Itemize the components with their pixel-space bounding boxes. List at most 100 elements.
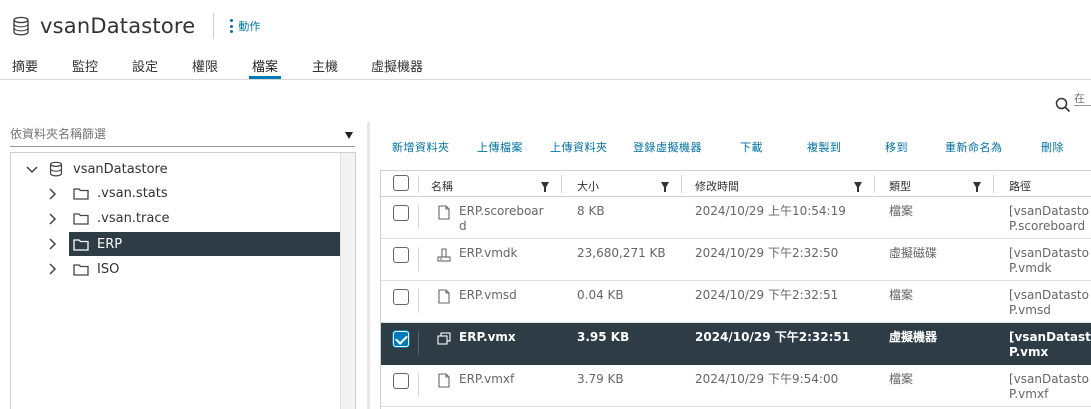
copy-to-button[interactable]: 複製到 [807,139,842,155]
upload-folder-button[interactable]: 上傳資料夾 [550,139,608,155]
file-icon [438,205,450,220]
filter-icon[interactable] [854,182,862,192]
column-header-size[interactable]: 大小 [577,178,599,194]
tree-item-iso[interactable]: ISO [69,257,339,281]
filter-icon[interactable] [541,182,549,192]
file-type: 檔案 [889,204,914,218]
column-divider [418,331,419,355]
tree-item-label: ISO [97,261,120,277]
chevron-right-icon[interactable] [46,262,60,276]
title-divider [213,13,215,39]
file-size: 3.79 KB [577,372,624,386]
database-icon [49,161,63,177]
filter-icon[interactable] [973,182,981,192]
tree-item-label: vsanDatastore [73,161,168,177]
upload-file-button[interactable]: 上傳檔案 [477,139,523,155]
file-name: ERP.vmdk [459,246,518,260]
page-title: vsanDatastore [40,14,196,38]
tab-bar: 摘要 監控 設定 權限 檔案 主機 虛擬機器 [0,52,1091,80]
file-name: ERP.vmx [459,330,516,344]
column-divider [874,175,875,193]
files-table: 名稱 大小 修改時間 類型 路徑 ERP.scoreboar d 8 KB 20… [380,170,1091,409]
tab-hosts[interactable]: 主機 [312,56,338,79]
chevron-right-icon[interactable] [46,187,60,201]
column-divider [561,175,562,193]
tree-item-vsan-stats[interactable]: .vsan.stats [69,181,339,205]
row-checkbox[interactable] [393,289,409,305]
folder-tree: vsanDatastore .vsan.stats .vsan.trace ER… [10,152,356,409]
column-header-type[interactable]: 類型 [889,178,911,194]
file-icon [438,289,450,304]
tab-vms[interactable]: 虛擬機器 [371,56,423,79]
row-checkbox[interactable] [393,247,409,263]
table-header: 名稱 大小 修改時間 類型 路徑 [381,171,1091,197]
tab-monitor[interactable]: 監控 [72,56,98,79]
delete-button[interactable]: 刪除 [1041,139,1064,155]
register-vm-button[interactable]: 登錄虛擬機器 [633,139,702,155]
row-checkbox[interactable] [393,205,409,221]
file-type: 檔案 [889,288,914,302]
virtual-disk-icon [437,248,451,262]
column-divider [418,373,419,397]
tab-summary[interactable]: 摘要 [12,56,38,79]
column-divider [993,175,994,193]
file-modified: 2024/10/29 下午2:32:50 [695,246,839,260]
vm-icon [437,332,451,345]
kebab-icon [230,19,234,33]
file-path: [vsanDatasto P.vmx [1009,330,1091,359]
file-name: ERP.vmsd [459,288,517,302]
table-row[interactable]: ERP.scoreboar d 8 KB 2024/10/29 上午10:54:… [381,197,1091,239]
tab-configure[interactable]: 設定 [132,56,158,79]
download-button[interactable]: 下載 [740,139,763,155]
file-path: [vsanDatasto P.vmdk [1009,246,1089,275]
pane-splitter[interactable] [367,122,370,409]
tab-permissions[interactable]: 權限 [192,56,218,79]
new-folder-button[interactable]: 新增資料夾 [392,139,450,155]
column-header-path[interactable]: 路徑 [1009,178,1031,194]
file-name: ERP.vmxf [459,372,515,386]
column-divider [418,247,419,271]
tab-files[interactable]: 檔案 [249,56,282,79]
search-icon[interactable] [1055,97,1071,113]
tree-scrollbar[interactable] [340,153,355,409]
move-to-button[interactable]: 移到 [885,139,908,155]
tree-item-erp[interactable]: ERP [69,232,340,256]
tree-item-vsan-trace[interactable]: .vsan.trace [69,206,339,230]
file-modified: 2024/10/29 下午2:32:51 [695,288,839,302]
filter-dropdown-icon[interactable] [345,132,353,139]
table-row[interactable]: ERP.vmsd 0.04 KB 2024/10/29 下午2:32:51 檔案… [381,281,1091,323]
actions-menu-button[interactable]: 動作 [230,18,260,34]
tree-item-label: .vsan.stats [97,185,168,201]
column-header-modified[interactable]: 修改時間 [695,178,739,194]
tree-item-label: ERP [97,236,123,252]
folder-filter-input[interactable] [10,123,330,141]
file-size: 8 KB [577,204,605,218]
file-icon [438,373,450,388]
select-all-checkbox[interactable] [393,175,409,191]
file-modified: 2024/10/29 下午2:32:51 [695,330,851,344]
chevron-down-icon[interactable] [25,163,39,177]
row-checkbox[interactable] [393,331,409,347]
table-row[interactable]: ERP.vmxf 3.79 KB 2024/10/29 下午9:54:00 檔案… [381,365,1091,407]
filter-icon[interactable] [661,182,669,192]
file-name: ERP.scoreboar d [459,204,544,233]
chevron-right-icon[interactable] [46,212,60,226]
file-modified: 2024/10/29 上午10:54:19 [695,204,846,218]
column-header-name[interactable]: 名稱 [431,178,453,194]
search-input[interactable] [1074,92,1091,106]
table-row[interactable]: ERP.vmx 3.95 KB 2024/10/29 下午2:32:51 虛擬機… [381,323,1091,365]
row-checkbox[interactable] [393,373,409,389]
tree-item-label: .vsan.trace [97,210,170,226]
file-size: 3.95 KB [577,330,630,344]
file-path: [vsanDatasto P.vmsd [1009,288,1089,317]
file-type: 虛擬磁碟 [889,246,938,260]
page-header: vsanDatastore 動作 [12,10,260,42]
tree-item-vsandatastore[interactable]: vsanDatastore [49,157,249,181]
file-modified: 2024/10/29 下午9:54:00 [695,372,839,386]
chevron-right-icon[interactable] [46,237,60,251]
rename-button[interactable]: 重新命名為 [945,139,1003,155]
column-divider [418,205,419,229]
table-row[interactable]: ERP.vmdk 23,680,271 KB 2024/10/29 下午2:32… [381,239,1091,281]
database-icon [13,16,29,36]
file-type: 虛擬機器 [889,330,938,344]
